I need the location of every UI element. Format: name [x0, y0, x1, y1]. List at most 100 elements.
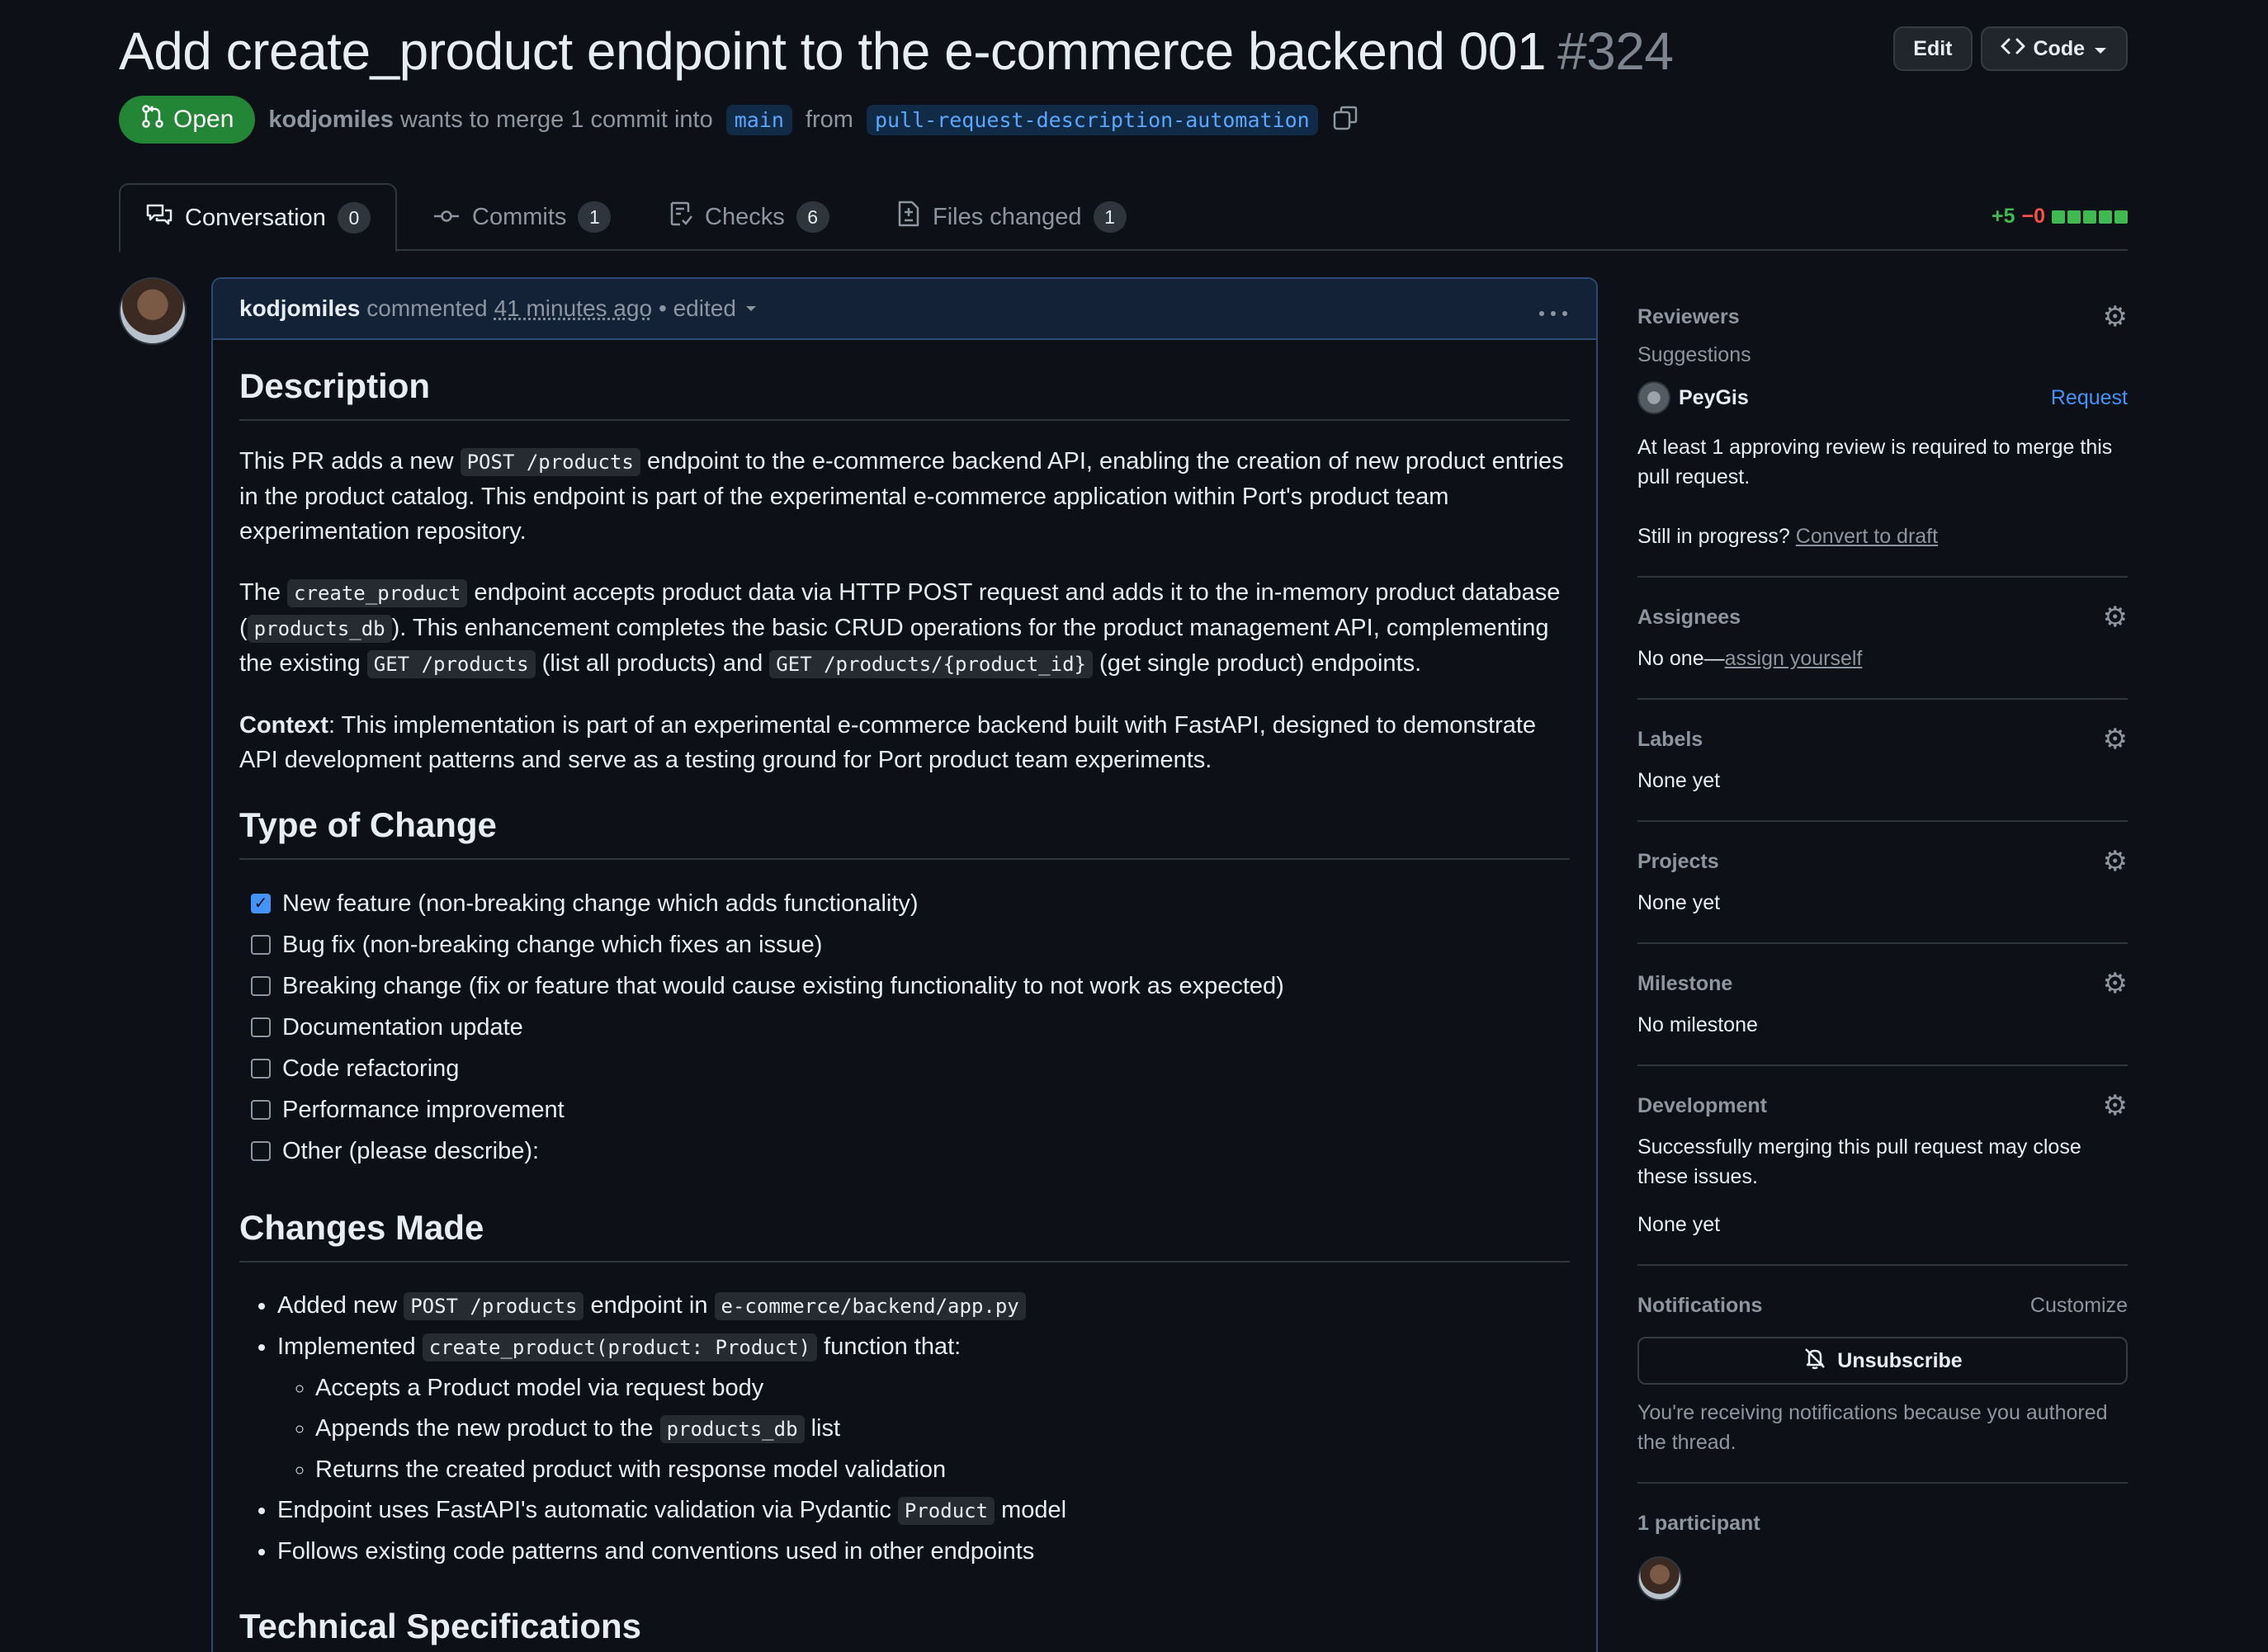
development-description: Successfully merging this pull request m… [1637, 1132, 2128, 1192]
sub-list-item: Returns the created product with respons… [315, 1450, 1570, 1490]
text: Implemented [277, 1333, 416, 1360]
section-title: Assignees [1637, 606, 1741, 630]
lines-removed: −0 [2021, 205, 2045, 229]
unsubscribe-button[interactable]: Unsubscribe [1637, 1337, 2128, 1385]
copy-icon[interactable] [1331, 104, 1359, 136]
customize-link[interactable]: Customize [2030, 1294, 2128, 1318]
checkbox[interactable] [251, 935, 271, 955]
checkbox[interactable] [251, 1017, 271, 1037]
tab-count: 1 [578, 201, 611, 233]
inline-code: create_product(product: Product) [423, 1333, 817, 1362]
avatar[interactable] [1637, 381, 1670, 414]
task-label: Code refactoring [282, 1051, 459, 1086]
text: No one— [1637, 647, 1725, 670]
milestone-section: Milestone ⚙ No milestone [1637, 944, 2128, 1066]
development-heading: Development ⚙ [1637, 1091, 2128, 1121]
unsubscribe-label: Unsubscribe [1837, 1349, 1962, 1373]
comment-author[interactable]: kodjomiles [239, 295, 360, 322]
pr-author-link[interactable]: kodjomiles [268, 106, 394, 133]
text: model [1001, 1497, 1066, 1523]
diff-block [2052, 210, 2065, 224]
checkbox[interactable] [251, 1141, 271, 1161]
list-item: Implemented create_product(product: Prod… [277, 1327, 1570, 1490]
list-item: Endpoint uses FastAPI's automatic valida… [277, 1490, 1570, 1532]
gear-icon[interactable]: ⚙ [2103, 303, 2128, 331]
edit-button[interactable]: Edit [1893, 26, 1972, 71]
tab-conversation[interactable]: Conversation 0 [119, 183, 397, 253]
section-title: Reviewers [1637, 305, 1740, 329]
file-diff-icon [896, 200, 921, 234]
reviewer-name[interactable]: PeyGis [1679, 386, 1749, 410]
checkbox-checked[interactable]: ✓ [251, 894, 271, 913]
assign-yourself-link[interactable]: assign yourself [1725, 647, 1863, 670]
kebab-menu-icon[interactable] [1537, 293, 1570, 325]
tab-files-changed[interactable]: Files changed 1 [872, 183, 1151, 251]
chevron-down-icon [2093, 37, 2108, 61]
edited-dropdown[interactable]: • edited [659, 295, 758, 322]
notifications-section: Notifications Customize Unsubscribe You'… [1637, 1266, 2128, 1484]
chevron-down-icon [744, 304, 758, 313]
milestone-value: No milestone [1637, 1010, 2128, 1040]
task-label: Documentation update [282, 1010, 523, 1045]
convert-to-draft-link[interactable]: Convert to draft [1796, 525, 1938, 548]
pr-description-comment: kodjomiles commented 41 minutes ago • ed… [211, 277, 1598, 1652]
text: This PR adds a new [239, 448, 454, 474]
gear-icon[interactable]: ⚙ [2103, 847, 2128, 876]
comment-discussion-icon [145, 202, 173, 234]
section-title: Development [1637, 1094, 1767, 1118]
pr-title-text: Add create_product endpoint to the e-com… [119, 21, 1546, 81]
tab-count: 6 [796, 201, 829, 233]
text: (list all products) and [542, 650, 763, 677]
text: function that: [824, 1333, 961, 1360]
checkbox[interactable] [251, 1059, 271, 1079]
notifications-heading: Notifications Customize [1637, 1291, 2128, 1320]
projects-section: Projects ⚙ None yet [1637, 822, 2128, 944]
inline-code: products_db [660, 1415, 805, 1443]
inline-code: POST /products [461, 448, 640, 476]
avatar[interactable] [1637, 1556, 1682, 1601]
technical-specifications-heading: Technical Specifications [239, 1605, 1570, 1652]
sub-list-item: Appends the new product to the products_… [315, 1409, 1570, 1450]
suggestions-label: Suggestions [1637, 340, 2128, 370]
task-label: Breaking change (fix or feature that wou… [282, 969, 1284, 1003]
code-button[interactable]: Code [1981, 26, 2129, 71]
task-item: ✓ New feature (non-breaking change which … [251, 883, 1570, 924]
text: Endpoint uses FastAPI's automatic valida… [277, 1497, 891, 1523]
gear-icon[interactable]: ⚙ [2103, 603, 2128, 631]
task-item: Other (please describe): [251, 1130, 1570, 1172]
section-title: Labels [1637, 728, 1703, 752]
base-branch[interactable]: main [726, 105, 792, 135]
git-pull-request-icon [140, 104, 165, 135]
reviewers-section: Reviewers ⚙ Suggestions PeyGis Request A… [1637, 277, 2128, 578]
code-button-label: Code [2034, 37, 2086, 61]
pr-title: Add create_product endpoint to the e-com… [119, 21, 1673, 82]
task-label: New feature (non-breaking change which a… [282, 886, 919, 921]
comment-timestamp[interactable]: 41 minutes ago [494, 295, 652, 322]
head-branch[interactable]: pull-request-description-automation [867, 105, 1318, 135]
checkbox[interactable] [251, 976, 271, 996]
tab-count: 1 [1094, 201, 1127, 233]
text: : This implementation is part of an expe… [239, 712, 1536, 773]
participants-section: 1 participant [1637, 1484, 2128, 1626]
gear-icon[interactable]: ⚙ [2103, 1092, 2128, 1120]
request-review-button[interactable]: Request [2051, 386, 2128, 410]
task-label: Bug fix (non-breaking change which fixes… [282, 927, 822, 962]
edit-button-label: Edit [1913, 37, 1952, 61]
gear-icon[interactable]: ⚙ [2103, 970, 2128, 998]
tab-commits[interactable]: Commits 1 [408, 183, 636, 251]
task-item: Bug fix (non-breaking change which fixes… [251, 924, 1570, 965]
tab-checks[interactable]: Checks 6 [644, 183, 854, 251]
assignees-value: No one—assign yourself [1637, 644, 2128, 673]
projects-heading: Projects ⚙ [1637, 847, 2128, 876]
edited-label: • edited [659, 295, 736, 322]
merge-summary: kodjomiles wants to merge 1 commit into [268, 106, 712, 134]
inline-code: POST /products [404, 1292, 584, 1320]
labels-section: Labels ⚙ None yet [1637, 700, 2128, 822]
diff-block [2114, 210, 2128, 224]
avatar[interactable] [119, 277, 187, 345]
checkbox[interactable] [251, 1100, 271, 1120]
inline-code: e-commerce/backend/app.py [715, 1292, 1026, 1320]
reviewer: PeyGis [1637, 381, 1749, 414]
tab-label: Conversation [185, 205, 326, 232]
gear-icon[interactable]: ⚙ [2103, 725, 2128, 753]
